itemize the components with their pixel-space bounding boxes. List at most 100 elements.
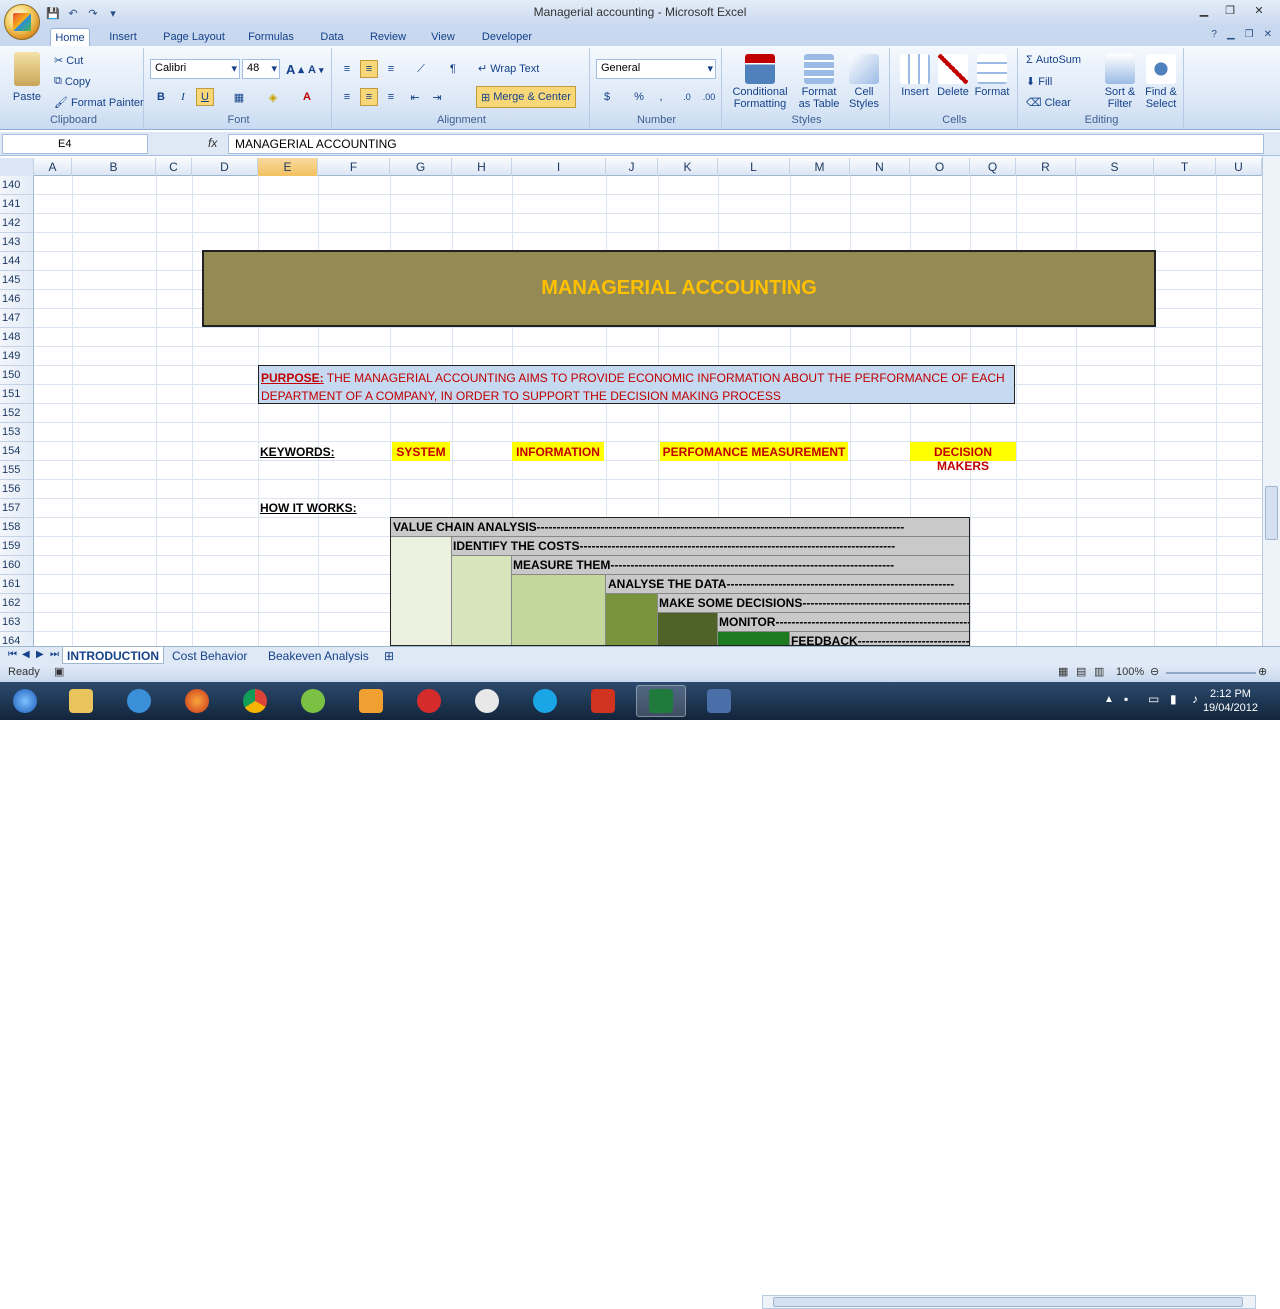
align-center-icon[interactable]: ≡ (360, 88, 378, 106)
rtl-icon[interactable]: ¶ (444, 60, 462, 78)
format-as-table-button[interactable]: Format as Table (794, 54, 844, 110)
keyword-cell[interactable]: INFORMATION (512, 442, 604, 461)
column-header[interactable]: K (658, 158, 718, 176)
taskbar-ie[interactable] (114, 685, 164, 717)
formula-input[interactable]: MANAGERIAL ACCOUNTING (228, 134, 1264, 154)
tab-page-layout[interactable]: Page Layout (160, 28, 228, 46)
volume-icon[interactable]: ♪ (1192, 692, 1198, 706)
conditional-formatting-button[interactable]: Conditional Formatting (730, 54, 790, 110)
font-name-select[interactable]: Calibri ▾ (150, 59, 240, 79)
row-header[interactable]: 148 (0, 328, 34, 347)
copy-button[interactable]: ⧉ Copy (54, 75, 91, 88)
font-color-icon[interactable]: A (298, 88, 316, 106)
row-header[interactable]: 158 (0, 518, 34, 537)
taskbar-explorer[interactable] (56, 685, 106, 717)
row-header[interactable]: 145 (0, 271, 34, 290)
taskbar-messenger[interactable] (288, 685, 338, 717)
column-header[interactable]: D (192, 158, 258, 176)
font-size-select[interactable]: 48 ▾ (242, 59, 280, 79)
horizontal-scroll-thumb[interactable] (773, 1297, 1243, 1307)
worksheet-grid[interactable]: 164 163 162 161 160 159 158 157 156 155 154 153 152 1… (0, 176, 1262, 646)
align-right-icon[interactable]: ≡ (382, 88, 400, 106)
system-clock[interactable]: 2:12 PM 19/04/2012 (1203, 687, 1258, 715)
row-header[interactable]: 159 (0, 537, 34, 556)
row-header[interactable]: 163 (0, 613, 34, 632)
column-header[interactable]: R (1016, 158, 1076, 176)
select-all-corner[interactable] (0, 158, 34, 176)
close-button[interactable]: ✕ (1244, 1, 1274, 19)
row-header[interactable]: 160 (0, 556, 34, 575)
taskbar-firefox[interactable] (172, 685, 222, 717)
shrink-font-icon[interactable]: A ▾ (308, 64, 324, 76)
sort-filter-button[interactable]: Sort & Filter (1102, 54, 1138, 110)
merge-center-button[interactable]: ⊞ Merge & Center (476, 86, 576, 108)
tab-formulas[interactable]: Formulas (244, 28, 298, 46)
taskbar-clock-app[interactable] (462, 685, 512, 717)
macro-record-icon[interactable]: ▣ (54, 665, 64, 678)
zoom-in-icon[interactable]: ⊕ (1258, 665, 1267, 678)
start-button[interactable] (2, 685, 48, 717)
tray-app-icon[interactable]: ▪ (1124, 692, 1128, 706)
column-header[interactable]: I (512, 158, 606, 176)
clear-button[interactable]: ⌫ Clear (1026, 96, 1071, 110)
row-header[interactable]: 156 (0, 480, 34, 499)
column-header[interactable]: G (390, 158, 452, 176)
step-text[interactable]: MAKE SOME DECISIONS---------------------… (659, 596, 969, 610)
column-header[interactable]: E (258, 158, 318, 176)
align-bottom-icon[interactable]: ≡ (382, 60, 400, 78)
row-header[interactable]: 161 (0, 575, 34, 594)
zoom-out-icon[interactable]: ⊖ (1150, 665, 1159, 678)
minimize-button[interactable]: ▁ (1192, 1, 1216, 19)
signal-icon[interactable]: ▮ (1170, 692, 1177, 706)
step-text[interactable]: VALUE CHAIN ANALYSIS--------------------… (393, 520, 904, 534)
find-select-button[interactable]: Find & Select (1142, 54, 1180, 110)
row-header[interactable]: 143 (0, 233, 34, 252)
row-header[interactable]: 144 (0, 252, 34, 271)
row-header[interactable]: 155 (0, 461, 34, 480)
delete-cells-button[interactable]: Delete (936, 54, 970, 98)
taskbar-media[interactable] (346, 685, 396, 717)
ribbon-restore-icon[interactable]: ❐ (1245, 29, 1254, 40)
row-header[interactable]: 152 (0, 404, 34, 423)
increase-indent-icon[interactable]: ⇥ (428, 88, 446, 106)
name-box[interactable]: E4 (2, 134, 148, 154)
format-painter-button[interactable]: 🖌 Format Painter (54, 96, 144, 110)
page-break-view-icon[interactable]: ▥ (1094, 665, 1104, 678)
network-icon[interactable]: ▭ (1148, 692, 1159, 706)
vertical-scroll-thumb[interactable] (1265, 486, 1278, 540)
align-left-icon[interactable]: ≡ (338, 88, 356, 106)
fill-button[interactable]: ⬇ Fill (1026, 75, 1052, 89)
insert-cells-button[interactable]: Insert (898, 54, 932, 98)
underline-button[interactable]: U (196, 88, 214, 106)
step-text[interactable]: FEEDBACK--------------------------------… (791, 634, 969, 645)
comma-icon[interactable]: , (652, 88, 670, 106)
align-top-icon[interactable]: ≡ (338, 60, 356, 78)
ribbon-minimize-icon[interactable]: ▁ (1227, 29, 1235, 40)
show-hidden-icons[interactable]: ▲ (1104, 694, 1114, 705)
tab-data[interactable]: Data (314, 28, 350, 46)
column-header[interactable]: T (1154, 158, 1216, 176)
tab-review[interactable]: Review (366, 28, 410, 46)
decrease-decimal-icon[interactable]: .00 (700, 88, 718, 106)
row-header[interactable]: 157 (0, 499, 34, 518)
column-header[interactable]: Q (970, 158, 1016, 176)
ribbon-close-icon[interactable]: ✕ (1264, 29, 1272, 40)
tab-home[interactable]: Home (50, 28, 90, 46)
increase-decimal-icon[interactable]: .0 (678, 88, 696, 106)
sheet-tab-introduction[interactable]: INTRODUCTION (62, 647, 164, 664)
orientation-icon[interactable]: ⟋ (412, 60, 430, 78)
help-icon[interactable]: ? (1211, 29, 1217, 40)
taskbar-chrome[interactable] (230, 685, 280, 717)
column-header[interactable]: U (1216, 158, 1262, 176)
percent-icon[interactable]: % (630, 88, 648, 106)
border-icon[interactable]: ▦ (230, 88, 248, 106)
column-header[interactable]: S (1076, 158, 1154, 176)
taskbar-excel[interactable] (636, 685, 686, 717)
fill-color-icon[interactable]: ◈ (264, 88, 282, 106)
keyword-cell[interactable]: PERFOMANCE MEASUREMENT (660, 442, 848, 461)
align-middle-icon[interactable]: ≡ (360, 60, 378, 78)
sheet-title-cell[interactable]: MANAGERIAL ACCOUNTING (202, 250, 1156, 327)
column-header[interactable]: M (790, 158, 850, 176)
row-header[interactable]: 141 (0, 195, 34, 214)
sheet-tab-beakeven-analysis[interactable]: Beakeven Analysis (264, 647, 373, 664)
